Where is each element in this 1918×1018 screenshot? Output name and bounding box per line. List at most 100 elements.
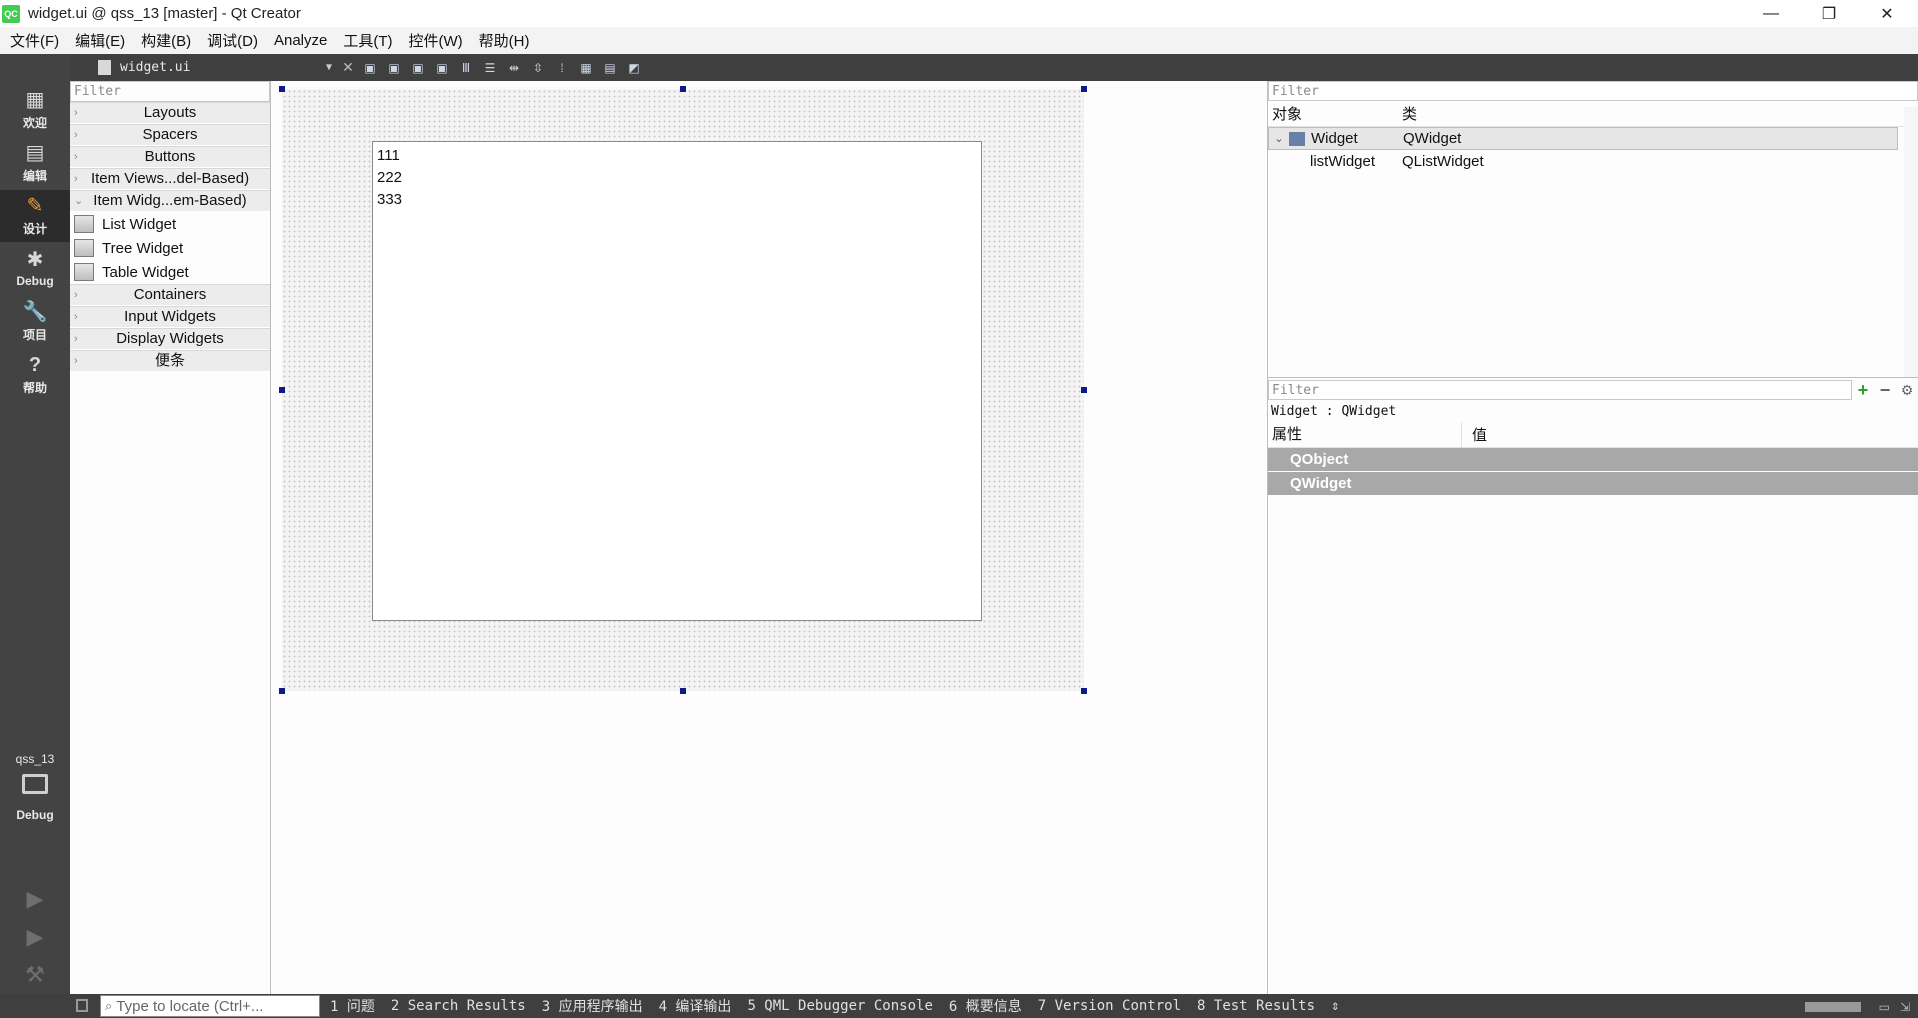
add-property-icon[interactable]: +: [1852, 380, 1874, 401]
edit-widgets-icon[interactable]: ▣: [359, 59, 381, 77]
category-display-widgets[interactable]: › Display Widgets: [70, 328, 270, 350]
resize-handle-left[interactable]: [279, 387, 285, 393]
table-widget-icon: [74, 263, 94, 281]
tab-issues[interactable]: 1 问题: [330, 996, 375, 1016]
category-item-widgets[interactable]: ⌄ Item Widg...em-Based): [70, 190, 270, 212]
layout-vertical-icon[interactable]: ☰: [479, 59, 501, 77]
chevron-down-icon: ⌄: [74, 195, 84, 207]
property-group-qobject[interactable]: QObject: [1268, 448, 1918, 472]
output-pane-toggle-icon[interactable]: ⇲: [1900, 1000, 1910, 1014]
category-item-views[interactable]: › Item Views...del-Based): [70, 168, 270, 190]
resize-handle-bottom[interactable]: [680, 688, 686, 694]
resize-handle-top-left[interactable]: [279, 86, 285, 92]
category-layouts[interactable]: › Layouts: [70, 102, 270, 124]
category-containers[interactable]: › Containers: [70, 284, 270, 306]
widget-filter-input[interactable]: Filter: [70, 81, 270, 102]
widget-tree-widget[interactable]: Tree Widget: [70, 236, 270, 260]
object-filter-input[interactable]: Filter: [1268, 81, 1918, 101]
widget-table-widget[interactable]: Table Widget: [70, 260, 270, 284]
open-document-combo[interactable]: widget.ui ▼: [70, 54, 338, 81]
menu-tools[interactable]: 工具(T): [337, 30, 398, 51]
category-buttons[interactable]: › Buttons: [70, 146, 270, 168]
category-spacers[interactable]: › Spacers: [70, 124, 270, 146]
object-name: Widget: [1311, 130, 1358, 147]
tab-version-control[interactable]: 7 Version Control: [1038, 998, 1181, 1014]
edit-buddies-icon[interactable]: ▣: [407, 59, 429, 77]
more-tabs-icon[interactable]: ⇕: [1331, 998, 1339, 1014]
close-document-icon[interactable]: ✕: [338, 59, 358, 76]
minimize-button[interactable]: —: [1742, 0, 1800, 27]
menu-controls[interactable]: 控件(W): [403, 30, 469, 51]
chevron-right-icon: ›: [74, 333, 78, 345]
widget-list-widget[interactable]: List Widget: [70, 212, 270, 236]
edit-doc-icon: ▤: [25, 141, 45, 164]
mode-projects[interactable]: 🔧 项目: [0, 296, 70, 348]
resize-handle-top[interactable]: [680, 86, 686, 92]
category-input-widgets[interactable]: › Input Widgets: [70, 306, 270, 328]
debug-run-icon[interactable]: ▶: [20, 922, 50, 952]
menu-edit[interactable]: 编辑(E): [69, 30, 131, 51]
menu-file[interactable]: 文件(F): [4, 30, 65, 51]
chevron-down-icon[interactable]: ⌄: [1269, 132, 1289, 145]
break-layout-icon[interactable]: ▤: [599, 59, 621, 77]
property-group-qwidget[interactable]: QWidget: [1268, 472, 1918, 496]
list-widget-preview[interactable]: 111 222 333: [372, 141, 982, 621]
category-scratchpad[interactable]: › 便条: [70, 350, 270, 372]
resize-handle-bottom-right[interactable]: [1081, 688, 1087, 694]
layout-grid-icon[interactable]: ▦: [575, 59, 597, 77]
object-class: QWidget: [1403, 130, 1462, 147]
layout-h-splitter-icon[interactable]: ⇹: [503, 59, 525, 77]
edit-tab-order-icon[interactable]: ▣: [431, 59, 453, 77]
resize-handle-right[interactable]: [1081, 387, 1087, 393]
layout-form-icon[interactable]: ⁞: [551, 59, 573, 77]
toggle-sidebar-icon[interactable]: [76, 999, 88, 1012]
menu-debug[interactable]: 调试(D): [201, 30, 264, 51]
run-icon[interactable]: ▶: [20, 884, 50, 914]
close-button[interactable]: ✕: [1858, 0, 1916, 27]
resize-handle-bottom-left[interactable]: [279, 688, 285, 694]
tab-application-output[interactable]: 3 应用程序输出: [542, 996, 643, 1016]
widget-icon: [1289, 131, 1305, 146]
object-row-widget[interactable]: ⌄ Widget QWidget: [1268, 127, 1898, 150]
title-bar: QC widget.ui @ qss_13 [master] - Qt Crea…: [0, 0, 1918, 27]
restore-button[interactable]: ❐: [1800, 0, 1858, 27]
kit-selector-monitor-icon[interactable]: [22, 774, 48, 794]
mode-debug[interactable]: ✱ Debug: [0, 243, 70, 295]
remove-property-icon[interactable]: −: [1874, 380, 1896, 401]
column-class[interactable]: 类: [1402, 103, 1417, 124]
menu-analyze[interactable]: Analyze: [268, 32, 333, 49]
menu-build[interactable]: 构建(B): [135, 30, 197, 51]
tab-general-messages[interactable]: 6 概要信息: [949, 996, 1022, 1016]
object-row-listwidget[interactable]: listWidget QListWidget: [1268, 150, 1918, 173]
adjust-size-icon[interactable]: ◩: [623, 59, 645, 77]
mode-welcome[interactable]: ▦ 欢迎: [0, 84, 70, 136]
search-icon: ⌕: [105, 998, 113, 1013]
mode-help[interactable]: ? 帮助: [0, 349, 70, 401]
resize-handle-top-right[interactable]: [1081, 86, 1087, 92]
tab-search-results[interactable]: 2 Search Results: [391, 998, 526, 1014]
form-widget[interactable]: 111 222 333: [282, 89, 1084, 691]
menu-help[interactable]: 帮助(H): [473, 30, 536, 51]
list-item[interactable]: 111: [377, 145, 977, 167]
list-item[interactable]: 222: [377, 167, 977, 189]
build-hammer-icon[interactable]: ⚒: [20, 960, 50, 990]
tab-qml-debugger-console[interactable]: 5 QML Debugger Console: [747, 998, 932, 1014]
tab-test-results[interactable]: 8 Test Results: [1197, 998, 1315, 1014]
list-item[interactable]: 333: [377, 189, 977, 211]
grid-icon: ▦: [25, 88, 45, 111]
mode-edit[interactable]: ▤ 编辑: [0, 137, 70, 189]
progress-toggle-icon[interactable]: ▭: [1879, 1000, 1890, 1014]
property-object-label: Widget : QWidget: [1271, 404, 1397, 419]
edit-signals-icon[interactable]: ▣: [383, 59, 405, 77]
layout-v-splitter-icon[interactable]: ⇳: [527, 59, 549, 77]
tab-compile-output[interactable]: 4 编译输出: [659, 996, 732, 1016]
column-property[interactable]: 属性: [1268, 421, 1462, 448]
property-filter-input[interactable]: Filter: [1268, 380, 1852, 400]
mode-design[interactable]: ✎ 设计: [0, 190, 70, 242]
configure-wrench-icon[interactable]: ⚙: [1896, 382, 1918, 399]
column-value[interactable]: 值: [1462, 424, 1487, 445]
column-object[interactable]: 对象: [1268, 103, 1402, 124]
layout-horizontal-icon[interactable]: Ⅲ: [455, 59, 477, 77]
object-inspector-scrollbar[interactable]: [1904, 107, 1918, 377]
locator-input[interactable]: ⌕ Type to locate (Ctrl+...: [100, 995, 320, 1017]
